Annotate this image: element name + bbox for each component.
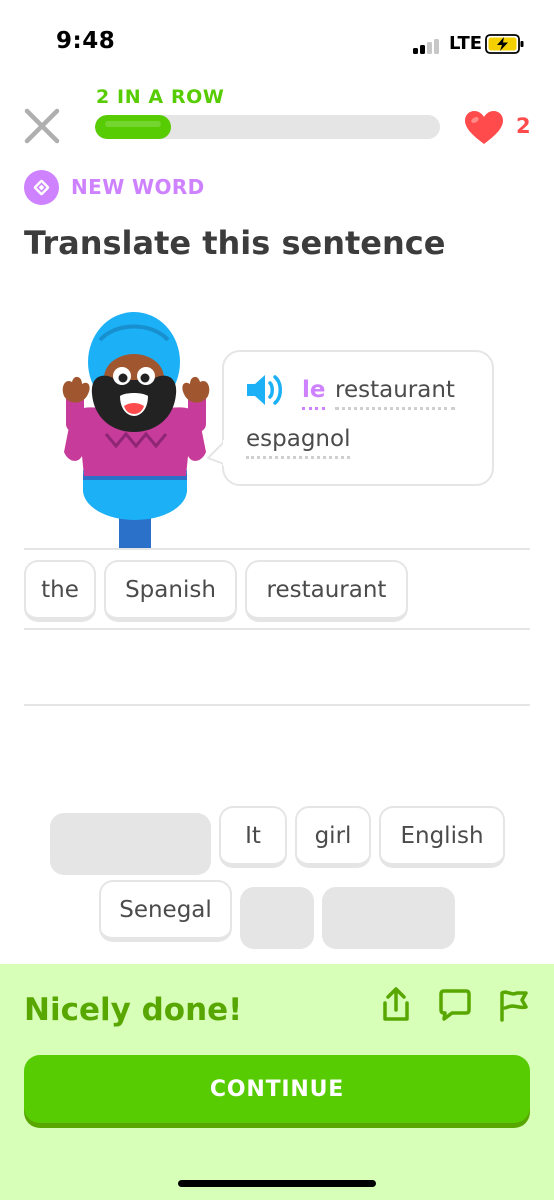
progress-fill <box>95 115 171 139</box>
word-bank-slot-empty <box>322 887 455 949</box>
sentence-word-restaurant[interactable]: restaurant <box>335 377 455 410</box>
word-bank-tile-girl[interactable]: girl <box>295 806 371 868</box>
answer-line-3 <box>24 704 530 706</box>
continue-button[interactable]: CONTINUE <box>24 1055 530 1123</box>
new-word-label: NEW WORD <box>71 175 205 199</box>
progress-shine <box>105 121 161 127</box>
new-word-icon <box>24 170 59 205</box>
word-bank-tile-it[interactable]: It <box>219 806 287 868</box>
battery-icon <box>485 34 524 54</box>
share-icon[interactable] <box>377 986 415 1024</box>
page-title: Translate this sentence <box>24 224 446 262</box>
hearts-count: 2 <box>516 114 531 138</box>
lesson-progress-bar <box>95 115 440 139</box>
status-bar: 9:48 LTE <box>0 0 554 80</box>
answer-tile-spanish[interactable]: Spanish <box>104 560 237 622</box>
word-bank-tile-english[interactable]: English <box>379 806 505 868</box>
word-bank-slot-empty <box>240 887 314 949</box>
comment-icon[interactable] <box>436 986 474 1024</box>
signal-icon <box>413 38 443 54</box>
home-indicator <box>178 1180 376 1187</box>
answer-tile-restaurant[interactable]: restaurant <box>245 560 408 622</box>
speech-bubble <box>222 350 494 486</box>
sentence-word-le[interactable]: le <box>302 377 326 410</box>
flag-icon[interactable] <box>495 986 533 1024</box>
answer-tile-the[interactable]: the <box>24 560 96 622</box>
heart-icon[interactable] <box>464 110 504 146</box>
speech-bubble-tail <box>207 440 226 466</box>
word-bank-tile-senegal[interactable]: Senegal <box>99 880 232 942</box>
sentence-word-espagnol[interactable]: espagnol <box>246 426 351 459</box>
answer-line-1 <box>24 548 530 550</box>
word-bank-slot-empty <box>50 813 211 875</box>
answer-line-2 <box>24 628 530 630</box>
speaker-icon[interactable] <box>244 372 286 408</box>
close-icon[interactable] <box>22 106 62 146</box>
character-illustration <box>62 312 210 548</box>
network-label: LTE <box>449 33 483 54</box>
streak-label: 2 IN A ROW <box>96 86 225 108</box>
status-time: 9:48 <box>56 28 116 54</box>
feedback-message: Nicely done! <box>24 992 243 1028</box>
